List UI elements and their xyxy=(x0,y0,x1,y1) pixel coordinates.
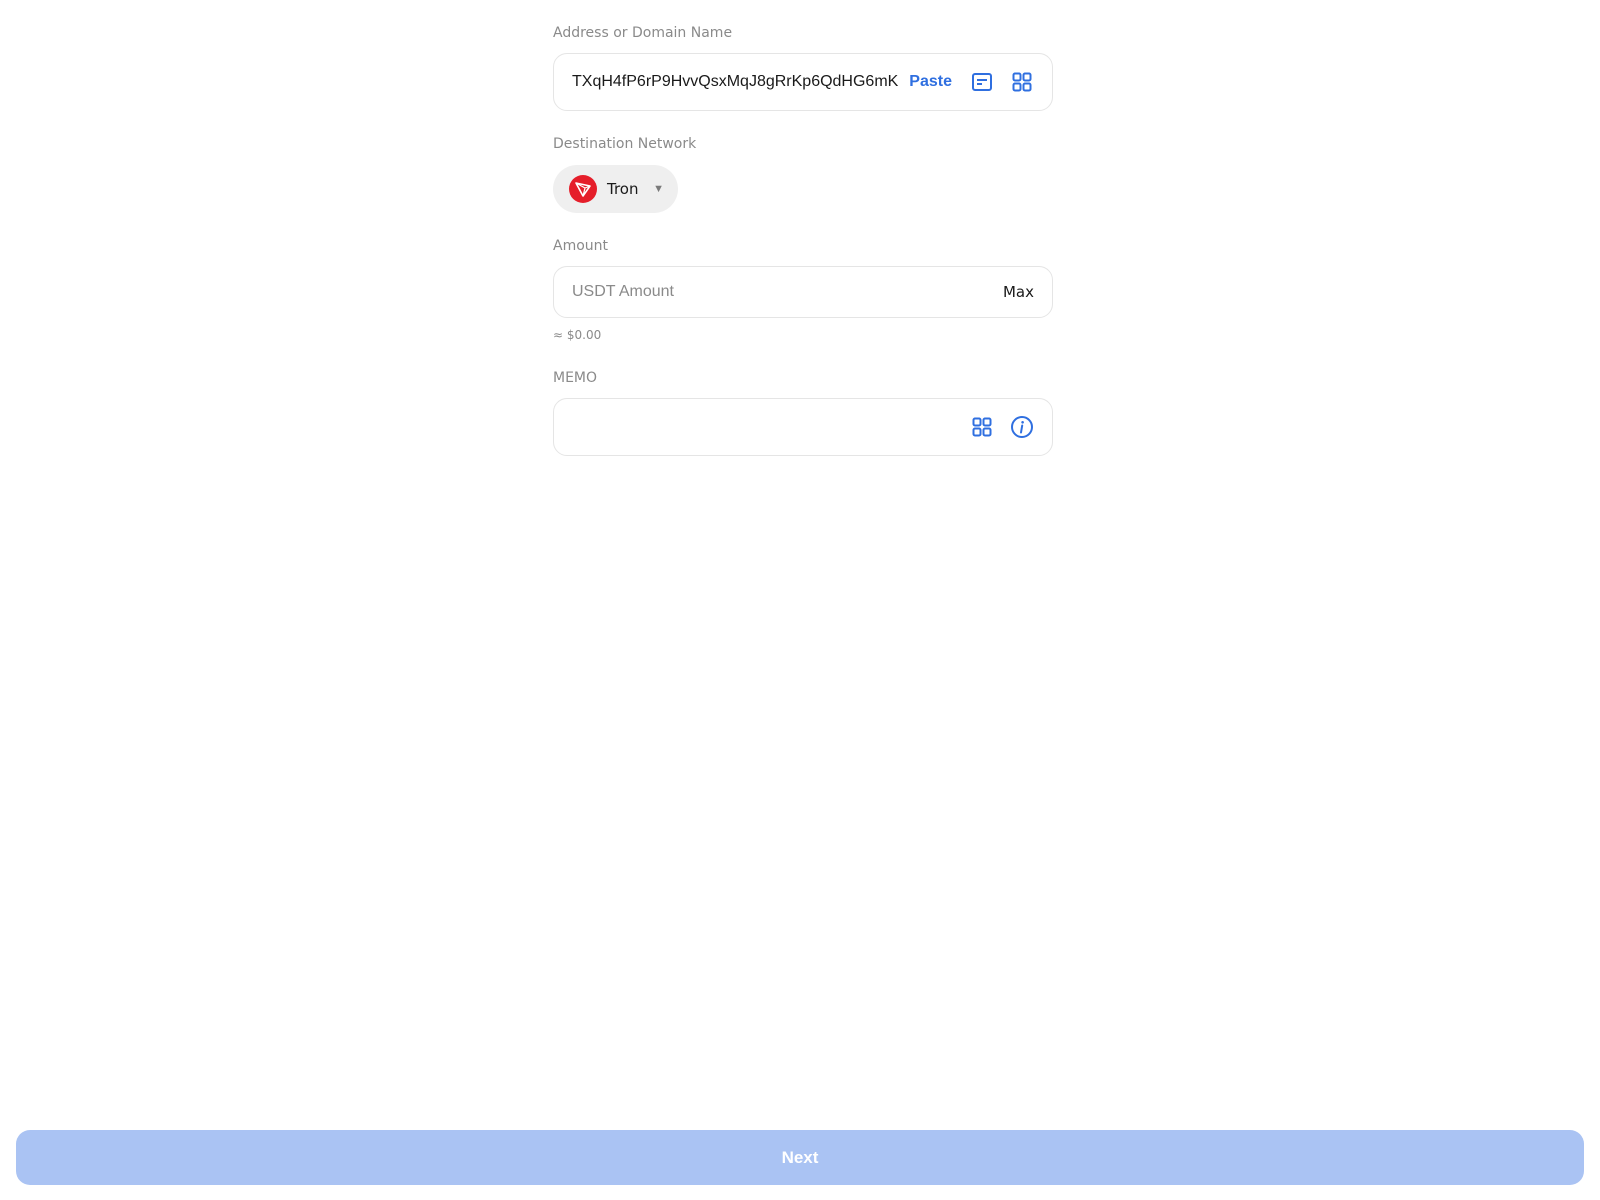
amount-label: Amount xyxy=(553,238,609,254)
address-input[interactable] xyxy=(572,73,902,91)
memo-input[interactable] xyxy=(572,418,970,436)
next-button[interactable]: Next xyxy=(16,1130,1584,1185)
address-field: Paste xyxy=(553,53,1053,111)
info-icon xyxy=(1011,416,1033,438)
memo-info-button[interactable] xyxy=(1010,415,1034,439)
scan-qr-button[interactable] xyxy=(1010,70,1034,94)
memo-scan-button[interactable] xyxy=(970,415,994,439)
address-label: Address or Domain Name xyxy=(553,25,733,41)
address-book-icon xyxy=(972,73,992,91)
scan-icon xyxy=(972,417,992,437)
chevron-down-icon: ▼ xyxy=(653,183,664,195)
address-book-button[interactable] xyxy=(970,70,994,94)
amount-input[interactable] xyxy=(572,283,1003,301)
max-button[interactable]: Max xyxy=(1003,283,1034,301)
memo-label: MEMO xyxy=(553,370,598,386)
fiat-estimate: ≈ $0.00 xyxy=(553,328,602,342)
paste-button[interactable]: Paste xyxy=(909,73,952,91)
network-selector[interactable]: Tron ▼ xyxy=(553,165,678,213)
network-label: Destination Network xyxy=(553,136,697,152)
tron-logo-icon xyxy=(569,175,597,203)
amount-field: Max xyxy=(553,266,1053,318)
network-name: Tron xyxy=(607,180,639,198)
scan-icon xyxy=(1012,72,1032,92)
memo-field xyxy=(553,398,1053,456)
